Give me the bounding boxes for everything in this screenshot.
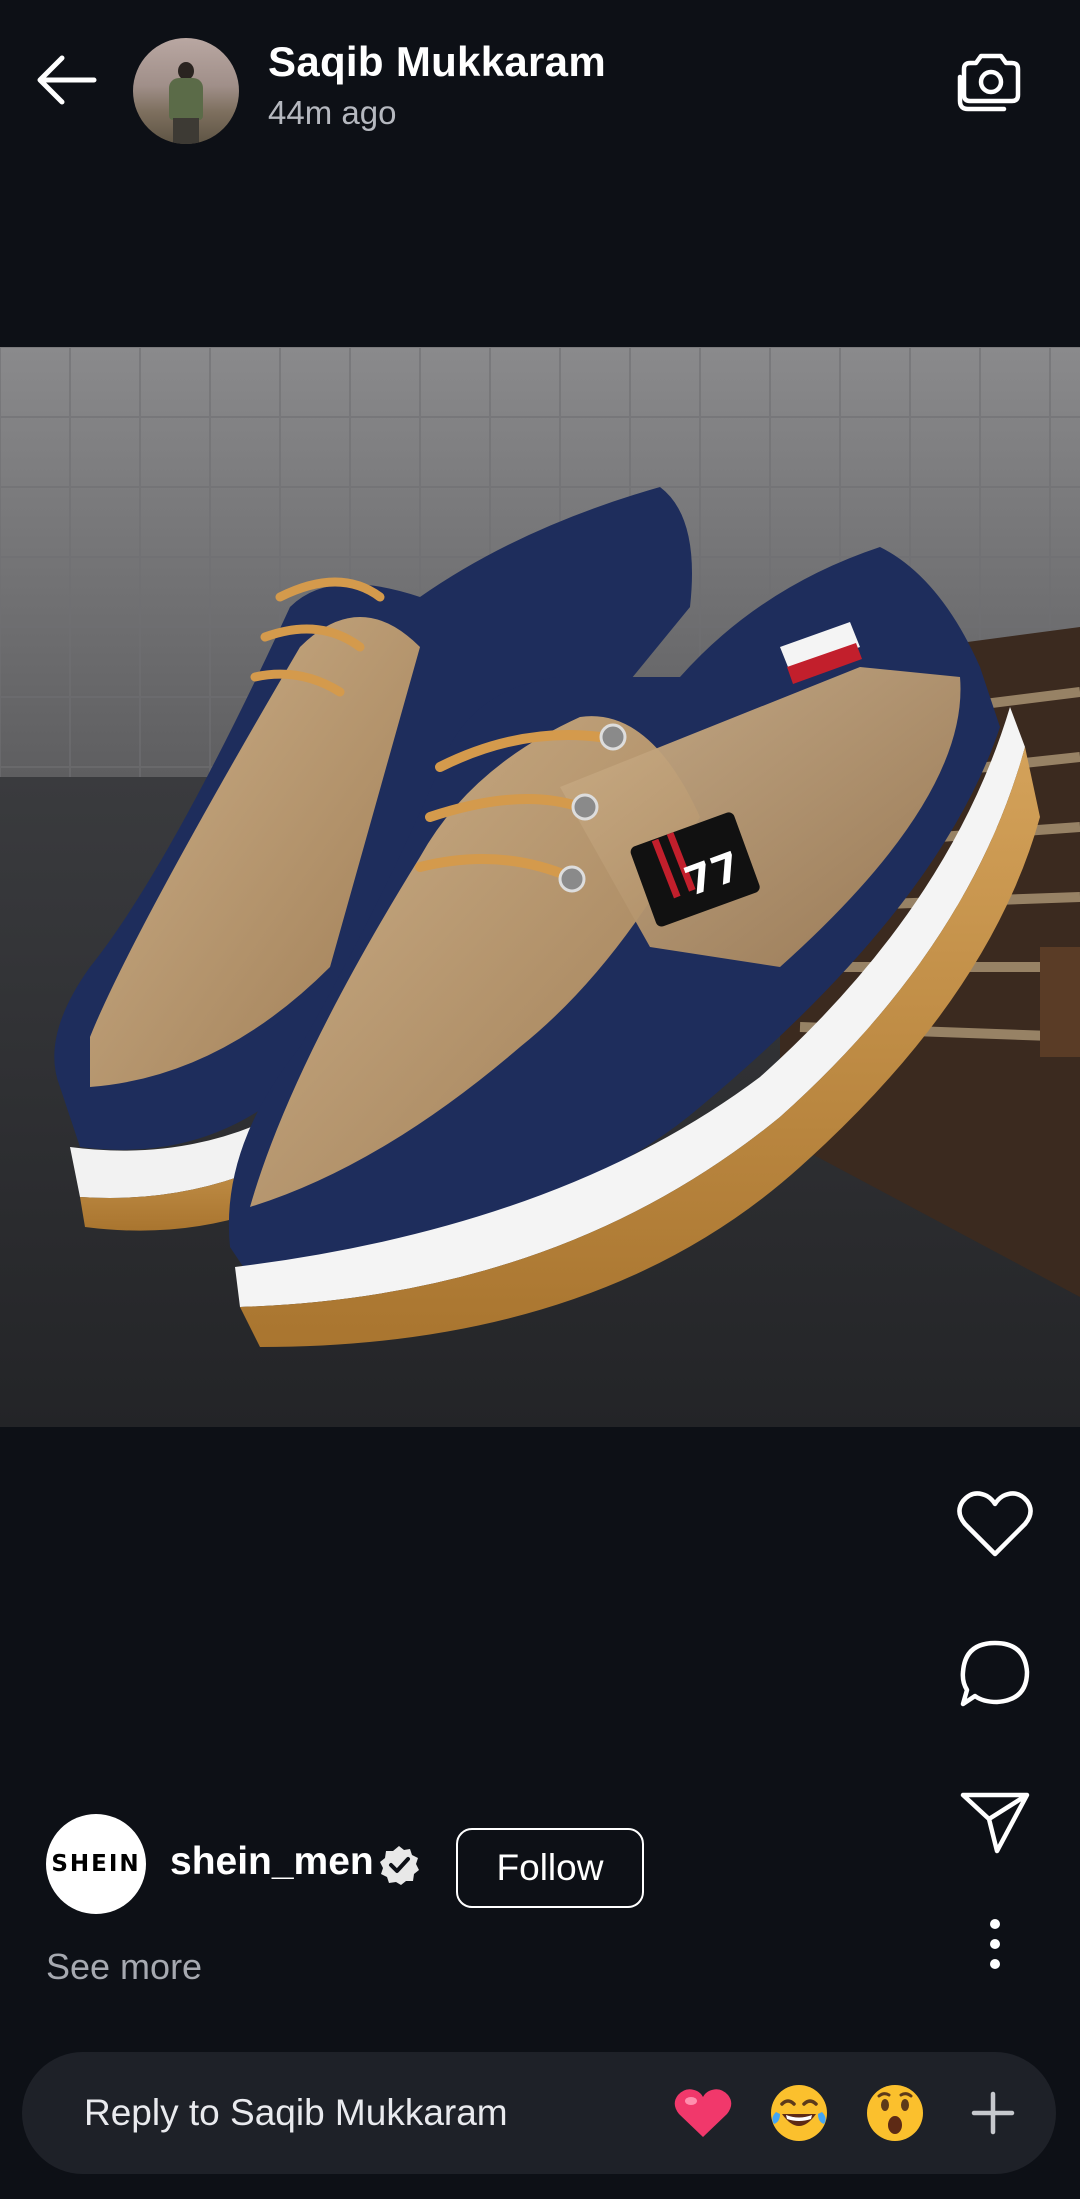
user-name[interactable]: Saqib Mukkaram	[268, 38, 606, 86]
account-avatar[interactable]: SHEIN	[46, 1814, 146, 1914]
post-time: 44m ago	[268, 94, 397, 131]
shoes-photo: 77	[0, 347, 1080, 1427]
surprised-emoji	[867, 2085, 923, 2141]
follow-button[interactable]: Follow	[456, 1828, 644, 1908]
send-icon	[960, 1792, 1030, 1854]
share-button[interactable]	[947, 1774, 1043, 1870]
avatar-figure-legs	[173, 118, 199, 144]
comment-icon	[960, 1640, 1030, 1707]
account-logo-text: SHEIN	[51, 1851, 141, 1877]
back-arrow-icon	[37, 55, 97, 105]
see-more-link[interactable]: See more	[46, 1946, 202, 1988]
camera-switch-icon	[957, 53, 1021, 112]
user-avatar[interactable]	[133, 38, 239, 144]
heart-icon	[957, 1491, 1033, 1557]
surprised-emoji-button[interactable]	[862, 2080, 928, 2146]
account-name[interactable]: shein_men	[170, 1840, 374, 1884]
plus-icon	[971, 2091, 1015, 2135]
heart-emoji	[674, 2089, 732, 2137]
more-options-button[interactable]	[947, 1896, 1043, 1992]
more-vertical-icon	[990, 1919, 1000, 1969]
post-image[interactable]: 77	[0, 347, 1080, 1427]
story-header: Saqib Mukkaram 44m ago	[0, 0, 1080, 160]
laughing-emoji	[771, 2085, 827, 2141]
verified-badge-icon	[380, 1846, 419, 1885]
comment-button[interactable]	[947, 1626, 1043, 1722]
camera-button[interactable]	[950, 42, 1030, 122]
reply-bar[interactable]: Reply to Saqib Mukkaram	[22, 2052, 1056, 2174]
back-button[interactable]	[28, 42, 104, 118]
reply-input[interactable]: Reply to Saqib Mukkaram	[84, 2092, 508, 2134]
add-reaction-button[interactable]	[962, 2082, 1024, 2144]
heart-emoji-button[interactable]	[670, 2080, 736, 2146]
like-button[interactable]	[947, 1476, 1043, 1572]
avatar-figure-body	[169, 78, 203, 120]
laughing-emoji-button[interactable]	[766, 2080, 832, 2146]
